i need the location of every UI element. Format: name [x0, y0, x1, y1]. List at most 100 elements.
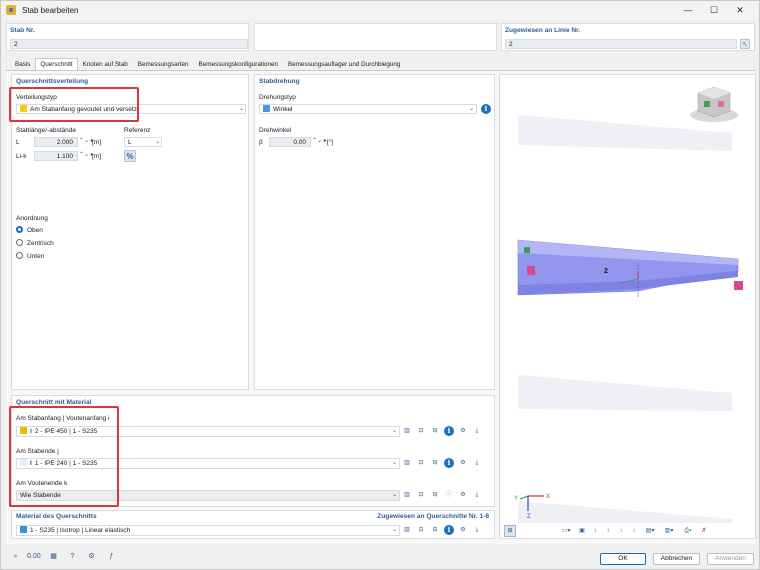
pick-icon[interactable]: ⤓ — [472, 490, 482, 500]
edit-section-icon[interactable]: ⊟ — [430, 426, 440, 436]
new-section-icon[interactable]: ⊡ — [416, 490, 426, 500]
maximize-button[interactable]: ☐ — [701, 1, 727, 19]
tab-bemessungsarten[interactable]: Bemessungsarten — [133, 58, 194, 70]
end-support-marker — [734, 281, 743, 290]
chevron-down-icon[interactable]: ⌄ — [239, 105, 244, 112]
select-line-icon[interactable]: ↖ — [740, 39, 750, 49]
percent-icon[interactable]: % — [124, 150, 136, 162]
section-distribution-header: Querschnittsverteilung — [16, 78, 89, 85]
search-icon[interactable]: ⌕ — [9, 551, 22, 563]
arrangement-top-label: Oben — [27, 227, 43, 234]
reset-view-icon[interactable]: ✗ — [699, 526, 709, 536]
arrangement-bottom-label: Unten — [27, 253, 45, 260]
pick-icon[interactable]: ⤓ — [472, 458, 482, 468]
arrangement-radio-top[interactable] — [16, 226, 23, 233]
view-toolbar: ▭▾ ▣ ↕ ↕ ↕ ↕ ▤▾ ▥▾ ⎙▾ ✗ — [558, 526, 709, 536]
tab-basis[interactable]: Basis — [10, 58, 35, 70]
3d-preview-panel[interactable]: 2 X Y Z ⊞ ▭▾ ▣ ↕ ↕ ↕ ↕ ▤▾ ▥▾ ⎙▾ ✗ — [499, 74, 756, 539]
haunch-end-tools: ▥ ⊡ ⊟ ⓘ ⚙ ⤓ — [402, 490, 482, 500]
info-icon[interactable]: i — [444, 458, 454, 468]
section-calc-icon[interactable]: ⚙ — [458, 426, 468, 436]
library-icon[interactable]: ▥ — [402, 525, 412, 535]
minimize-button[interactable]: — — [675, 1, 701, 19]
chevron-down-icon[interactable]: ⌄ — [392, 526, 397, 533]
info-icon[interactable]: i — [444, 426, 454, 436]
material-swatch — [20, 526, 27, 533]
member-number-field[interactable]: 2 — [10, 39, 248, 49]
length-l-input[interactable]: 2.000 — [34, 137, 78, 147]
chevron-down-icon[interactable]: ⌄ — [392, 427, 397, 434]
title-bar: Stab bearbeiten — ☐ ✕ — [1, 1, 759, 19]
view-z-icon[interactable]: ↕ — [616, 526, 626, 536]
ok-button[interactable]: OK — [600, 553, 646, 565]
help-icon[interactable]: ? — [66, 551, 79, 563]
edit-section-icon[interactable]: ⊟ — [430, 458, 440, 468]
section-calc-icon[interactable]: ⚙ — [458, 490, 468, 500]
rotation-type-select[interactable]: Winkel — [259, 104, 477, 114]
section-highlight-frame — [9, 406, 119, 507]
start-node-marker — [524, 247, 530, 253]
tab-knoten-auf-stab[interactable]: Knoten auf Stab — [78, 58, 133, 70]
model-icon[interactable]: ▥▾ — [661, 526, 677, 536]
close-button[interactable]: ✕ — [727, 1, 753, 19]
library-icon[interactable]: ▥ — [402, 490, 412, 500]
edit-member-dialog: Stab bearbeiten — ☐ ✕ Stab Nr. 2 Zugewie… — [0, 0, 760, 570]
empty-top-panel — [254, 23, 497, 51]
display-options-icon[interactable]: ▭▾ — [558, 526, 574, 536]
print-icon[interactable]: ⎙▾ — [680, 526, 696, 536]
units-icon[interactable]: 0.00 — [27, 551, 41, 563]
library-icon[interactable]: ▥ — [402, 426, 412, 436]
table-icon[interactable]: ▦ — [47, 551, 60, 563]
pick-icon[interactable]: ⤓ — [472, 426, 482, 436]
info-icon[interactable]: ⓘ — [444, 490, 454, 500]
info-icon[interactable]: i — [444, 525, 454, 535]
edit-section-icon[interactable]: ⊟ — [430, 490, 440, 500]
member-number-panel: Stab Nr. 2 — [6, 23, 249, 51]
settings-icon[interactable]: ⚙ — [85, 551, 98, 563]
view-settings-icon[interactable]: ⊞ — [504, 525, 516, 537]
edit-material-icon[interactable]: ⊟ — [430, 525, 440, 535]
length-lik-input[interactable]: 1.100 — [34, 151, 78, 161]
view-iso-icon[interactable]: ↕ — [629, 526, 639, 536]
start-support-marker — [527, 266, 535, 275]
arrangement-radio-center[interactable] — [16, 239, 23, 246]
view-x-icon[interactable]: ↕ — [590, 526, 600, 536]
assigned-line-field[interactable]: 2 — [505, 39, 737, 49]
section-start-tools: ▥ ⊡ ⊟ i ⚙ ⤓ — [402, 426, 482, 436]
length-lik-unit: [m] — [92, 153, 102, 160]
section-calc-icon[interactable]: ⚙ — [458, 458, 468, 468]
view-cube-face-marker — [704, 101, 710, 107]
section-end-tools: ▥ ⊡ ⊟ i ⚙ ⤓ — [402, 458, 482, 468]
tab-bemessungsauflager[interactable]: Bemessungsauflager und Durchbiegung — [283, 58, 405, 70]
beta-stepper[interactable]: ⌃⌄ ▸ — [312, 137, 327, 144]
library-icon[interactable]: ▥ — [402, 458, 412, 468]
beta-symbol: β — [259, 139, 263, 146]
new-section-icon[interactable]: ⊡ — [416, 426, 426, 436]
beta-input[interactable]: 0.00 — [269, 137, 311, 147]
chevron-down-icon[interactable]: ⌄ — [469, 105, 474, 112]
apply-button[interactable]: Anwenden — [707, 553, 754, 565]
new-section-icon[interactable]: ⊡ — [416, 458, 426, 468]
material-calc-icon[interactable]: ⚙ — [458, 525, 468, 535]
info-icon[interactable]: i — [481, 104, 491, 114]
chevron-down-icon[interactable]: ⌄ — [392, 459, 397, 466]
section-material-header: Querschnitt mit Material — [16, 399, 92, 406]
view-y-icon[interactable]: ↕ — [603, 526, 613, 536]
chevron-down-icon[interactable]: ⌄ — [392, 491, 397, 498]
function-icon[interactable]: ƒ — [105, 551, 118, 563]
assigned-line-label: Zugewiesen an Linie Nr. — [505, 27, 581, 34]
cancel-button[interactable]: Abbrechen — [653, 553, 700, 565]
tab-bemessungskonfigurationen[interactable]: Bemessungskonfigurationen — [194, 58, 283, 70]
tab-querschnitt[interactable]: Querschnitt — [35, 58, 78, 70]
length-lik-label: Li-k — [16, 153, 27, 160]
chevron-down-icon[interactable]: ⌄ — [155, 138, 160, 145]
pick-icon[interactable]: ⤓ — [472, 525, 482, 535]
arrangement-radio-bottom[interactable] — [16, 252, 23, 259]
new-material-icon[interactable]: ⊡ — [416, 525, 426, 535]
material-select[interactable]: 1 - S235 | Isotrop | Linear elastisch — [16, 525, 400, 536]
layers-icon[interactable]: ▤▾ — [642, 526, 658, 536]
ghost-beam-lower — [518, 501, 732, 523]
material-value: 1 - S235 | Isotrop | Linear elastisch — [30, 527, 131, 534]
assigned-line-panel: Zugewiesen an Linie Nr. 2 ↖ — [501, 23, 755, 51]
render-icon[interactable]: ▣ — [577, 526, 587, 536]
